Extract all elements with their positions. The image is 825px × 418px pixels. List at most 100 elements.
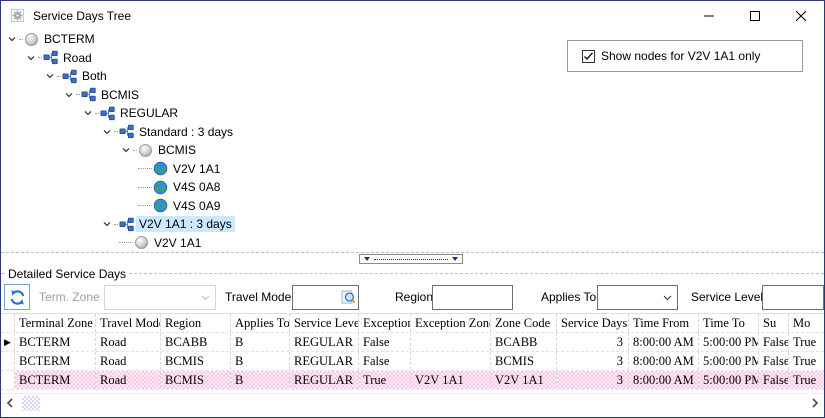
table-cell[interactable]: False (359, 352, 411, 370)
tree-node[interactable]: REGULAR (1, 104, 824, 123)
tree-node[interactable]: V2V 1A1 : 3 days (1, 215, 824, 234)
column-header[interactable]: Service Level (290, 314, 359, 332)
table-row[interactable]: BCTERMRoadBCMISBREGULARTrueV2V 1A1V2V 1A… (1, 371, 824, 390)
chevron-down-icon[interactable] (81, 108, 95, 118)
scrollbar-thumb[interactable] (22, 396, 40, 411)
table-cell[interactable]: 5:00:00 PM (699, 371, 759, 389)
row-selector[interactable] (1, 371, 15, 389)
show-nodes-checkbox[interactable] (582, 50, 595, 63)
column-header[interactable]: Applies To (231, 314, 290, 332)
table-cell[interactable]: B (231, 352, 290, 370)
table-cell[interactable]: True (789, 371, 825, 389)
tree-node[interactable]: V2V 1A1 (1, 234, 824, 253)
tree-node-label[interactable]: V2V 1A1 : 3 days (136, 216, 235, 232)
table-row[interactable]: ▶BCTERMRoadBCABBBREGULARFalseBCABB38:00:… (1, 333, 824, 352)
table-cell[interactable]: BCTERM (15, 352, 96, 370)
applies-to-value[interactable] (598, 286, 663, 309)
tree-node-label[interactable]: V2V 1A1 (151, 235, 204, 251)
table-cell[interactable]: 8:00:00 AM (629, 371, 699, 389)
horizontal-scrollbar[interactable] (1, 393, 824, 412)
table-cell[interactable]: B (231, 371, 290, 389)
column-header[interactable]: Travel Mode (96, 314, 161, 332)
travel-mode-input[interactable] (292, 285, 359, 310)
tree-node-label[interactable]: V4S 0A9 (170, 198, 223, 214)
service-level-input[interactable] (762, 285, 824, 310)
table-cell[interactable] (411, 333, 491, 351)
row-selector[interactable]: ▶ (1, 333, 15, 351)
table-cell[interactable]: BCABB (161, 333, 231, 351)
lookup-magnifier-icon[interactable] (341, 290, 356, 305)
travel-mode-value[interactable] (293, 286, 341, 309)
column-header[interactable]: Exception Zone (411, 314, 491, 332)
table-cell[interactable]: Road (96, 333, 161, 351)
table-cell[interactable]: REGULAR (290, 352, 359, 370)
table-cell[interactable]: False (759, 352, 789, 370)
column-header[interactable]: Terminal Zone (15, 314, 96, 332)
table-cell[interactable]: True (789, 352, 825, 370)
tree-node-label[interactable]: V2V 1A1 (170, 161, 223, 177)
tree-node-label[interactable]: BCMIS (155, 142, 199, 158)
column-header[interactable]: Service Days (557, 314, 629, 332)
table-cell[interactable] (411, 352, 491, 370)
scroll-right-icon[interactable] (806, 398, 824, 408)
table-cell[interactable]: 3 (557, 333, 629, 351)
row-selector[interactable] (1, 352, 15, 370)
chevron-down-icon[interactable] (5, 34, 19, 44)
chevron-down-icon[interactable] (100, 127, 114, 137)
table-cell[interactable]: Road (96, 352, 161, 370)
tree-node[interactable]: V4S 0A9 (1, 197, 824, 216)
table-cell[interactable]: False (759, 333, 789, 351)
table-cell[interactable]: BCABB (491, 333, 557, 351)
table-cell[interactable]: V2V 1A1 (411, 371, 491, 389)
table-cell[interactable]: V2V 1A1 (491, 371, 557, 389)
table-cell[interactable]: REGULAR (290, 333, 359, 351)
splitter-collapse-control[interactable] (359, 254, 463, 264)
table-cell[interactable]: 3 (557, 371, 629, 389)
table-cell[interactable]: 8:00:00 AM (629, 333, 699, 351)
chevron-down-icon[interactable] (100, 219, 114, 229)
table-cell[interactable]: BCTERM (15, 371, 96, 389)
service-level-value[interactable] (763, 286, 823, 309)
column-header[interactable]: Exception (359, 314, 411, 332)
tree-node-label[interactable]: Road (60, 50, 95, 66)
tree-node-label[interactable]: BCTERM (41, 31, 98, 47)
table-cell[interactable]: 5:00:00 PM (699, 352, 759, 370)
scroll-left-icon[interactable] (1, 398, 19, 408)
table-cell[interactable]: 3 (557, 352, 629, 370)
column-header[interactable]: Time To (699, 314, 759, 332)
minimize-button[interactable] (686, 1, 732, 30)
region-input[interactable] (432, 285, 513, 310)
table-cell[interactable]: False (759, 371, 789, 389)
tree-node[interactable]: V2V 1A1 (1, 160, 824, 179)
table-cell[interactable]: True (359, 371, 411, 389)
applies-to-select[interactable] (597, 285, 678, 310)
table-cell[interactable]: 8:00:00 AM (629, 352, 699, 370)
region-value[interactable] (433, 286, 512, 309)
column-header[interactable]: Su (759, 314, 789, 332)
chevron-down-icon[interactable] (62, 90, 76, 100)
tree-node-label[interactable]: Both (79, 68, 110, 84)
tree-node-label[interactable]: V4S 0A8 (170, 179, 223, 195)
chevron-down-icon[interactable] (24, 53, 38, 63)
tree-node-label[interactable]: Standard : 3 days (136, 124, 236, 140)
column-header[interactable]: Time From (629, 314, 699, 332)
table-cell[interactable]: BCMIS (491, 352, 557, 370)
table-cell[interactable]: REGULAR (290, 371, 359, 389)
tree-node[interactable]: V4S 0A8 (1, 178, 824, 197)
tree-node[interactable]: BCMIS (1, 141, 824, 160)
tree-node[interactable]: BCMIS (1, 86, 824, 105)
table-cell[interactable]: BCTERM (15, 333, 96, 351)
column-header[interactable]: Mo (789, 314, 825, 332)
term-zone-select[interactable] (104, 285, 216, 310)
table-cell[interactable]: Road (96, 371, 161, 389)
table-cell[interactable]: BCMIS (161, 352, 231, 370)
table-cell[interactable]: 5:00:00 PM (699, 333, 759, 351)
table-cell[interactable]: False (359, 333, 411, 351)
table-cell[interactable]: True (789, 333, 825, 351)
chevron-down-icon[interactable] (119, 145, 133, 155)
tree-node-label[interactable]: REGULAR (117, 105, 181, 121)
table-row[interactable]: BCTERMRoadBCMISBREGULARFalseBCMIS38:00:0… (1, 352, 824, 371)
refresh-button[interactable] (4, 284, 30, 310)
table-cell[interactable]: B (231, 333, 290, 351)
maximize-button[interactable] (732, 1, 778, 30)
